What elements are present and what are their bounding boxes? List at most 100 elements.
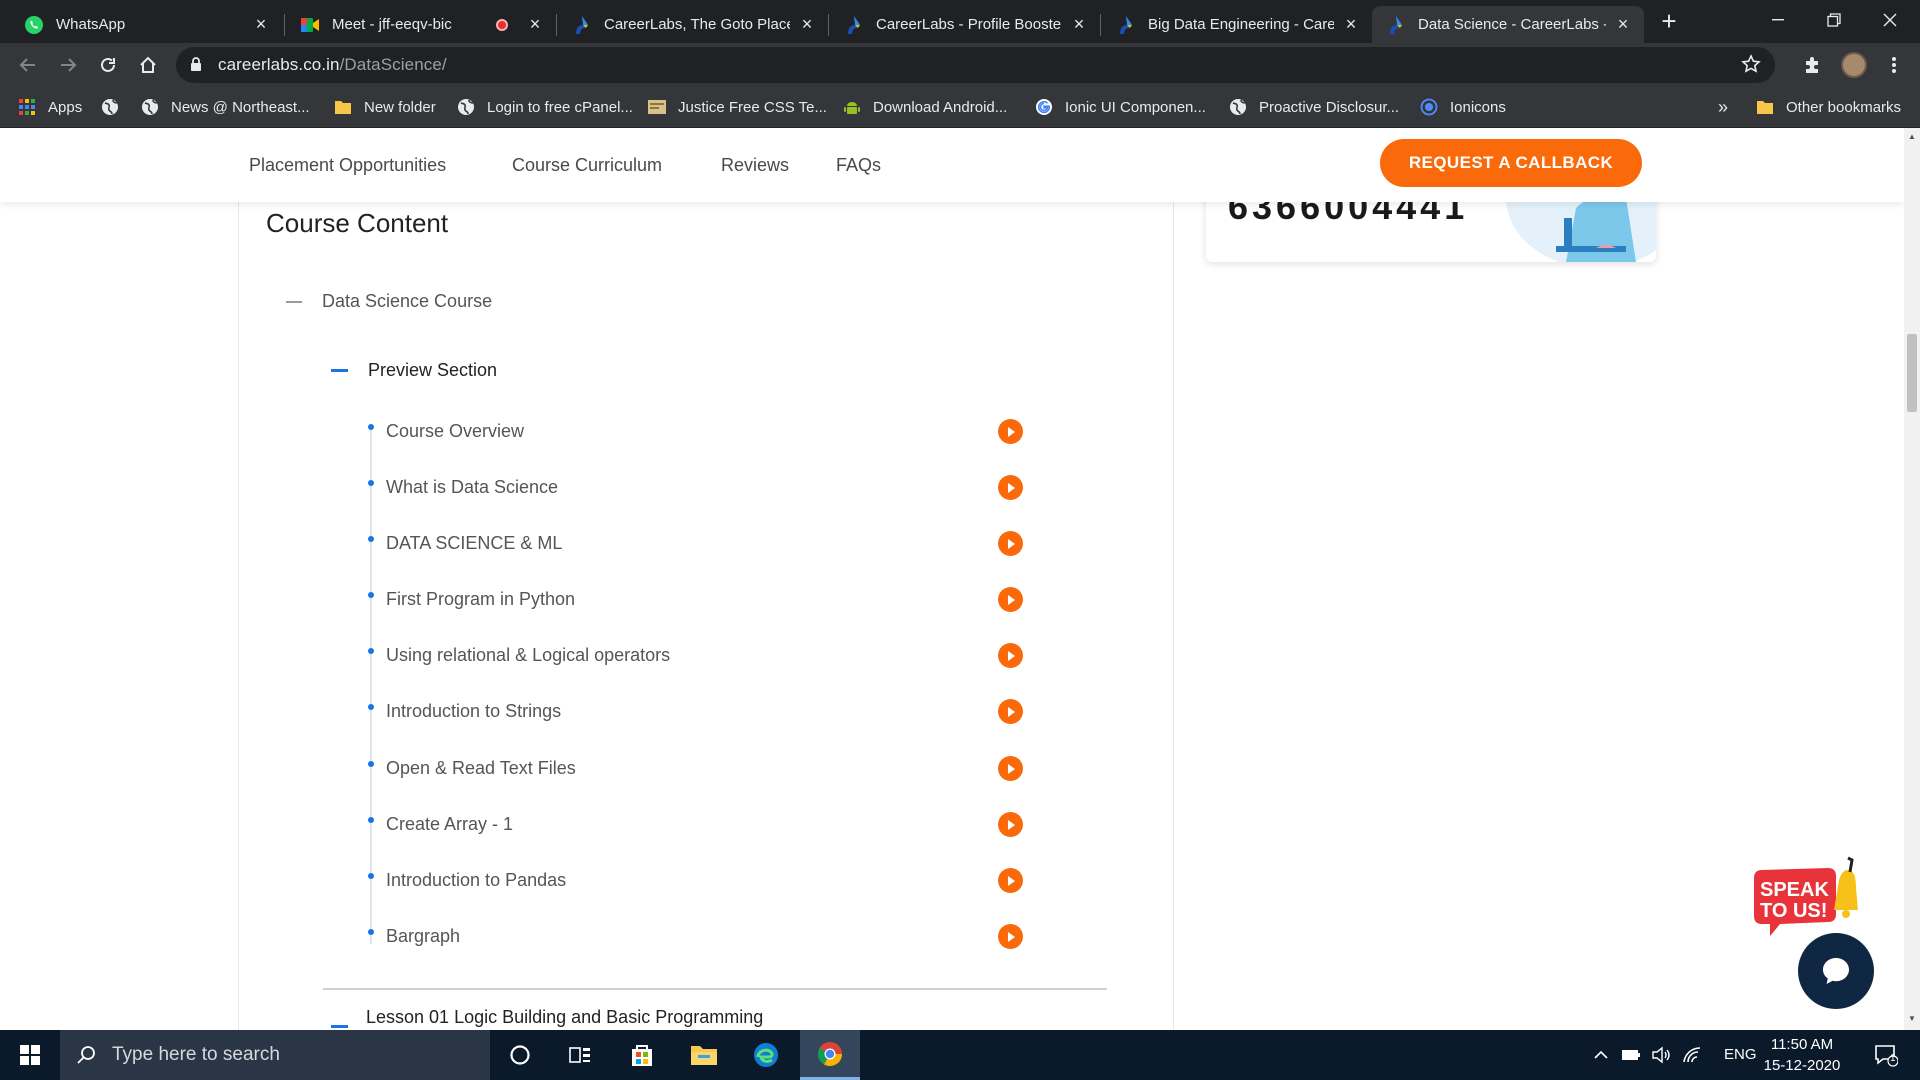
speak-to-us-badge[interactable]: SPEAK TO US! xyxy=(1750,856,1862,938)
play-icon[interactable] xyxy=(998,419,1023,444)
task-view-button[interactable] xyxy=(550,1030,610,1080)
bookmark-ionic-ui[interactable]: Ionic UI Componen... xyxy=(1035,96,1206,118)
play-icon[interactable] xyxy=(998,812,1023,837)
section-accordion-header[interactable]: Preview Section xyxy=(331,360,497,381)
show-hidden-icons-button[interactable] xyxy=(1586,1030,1616,1080)
action-center-button[interactable]: 1 xyxy=(1862,1030,1910,1080)
bookmark-label: News @ Northeast... xyxy=(171,98,310,116)
course-accordion-header[interactable]: Data Science Course xyxy=(286,291,492,312)
bookmark-apps[interactable]: Apps xyxy=(18,96,82,118)
bookmark-label: New folder xyxy=(364,98,436,116)
edge-browser-button[interactable] xyxy=(736,1030,796,1080)
lesson-item[interactable]: Create Array - 1 xyxy=(368,812,1026,838)
minimize-button[interactable] xyxy=(1750,0,1806,40)
nav-placement-opportunities[interactable]: Placement Opportunities xyxy=(249,155,446,176)
extensions-button[interactable] xyxy=(1798,51,1826,79)
restore-button[interactable] xyxy=(1806,0,1862,40)
tab-careerlabs-home[interactable]: CareerLabs, The Goto Place f × xyxy=(558,6,828,43)
chat-widget-button[interactable] xyxy=(1798,933,1874,1009)
lesson-01-accordion-header[interactable]: Lesson 01 Logic Building and Basic Progr… xyxy=(331,1007,763,1028)
tab-meet[interactable]: Meet - jff-eeqv-bic × xyxy=(286,6,556,43)
bullet-dot-icon xyxy=(368,424,374,430)
bookmark-news-northeast[interactable]: News @ Northeast... xyxy=(141,96,310,118)
close-tab-icon[interactable]: × xyxy=(798,15,816,34)
bookmark-star-icon[interactable] xyxy=(1741,54,1761,79)
play-icon[interactable] xyxy=(998,587,1023,612)
chrome-menu-button[interactable] xyxy=(1880,51,1908,79)
lesson-item[interactable]: Open & Read Text Files xyxy=(368,756,1026,782)
bookmark-new-folder[interactable]: New folder xyxy=(334,96,436,118)
profile-button[interactable] xyxy=(1840,51,1868,79)
play-icon[interactable] xyxy=(998,924,1023,949)
bookmark-label: Apps xyxy=(48,98,83,116)
avatar xyxy=(1841,52,1867,78)
tab-big-data[interactable]: Big Data Engineering - Caree × xyxy=(1102,6,1372,43)
play-icon[interactable] xyxy=(998,531,1023,556)
lesson-title: DATA SCIENCE & ML xyxy=(386,533,563,553)
battery-button[interactable] xyxy=(1616,1030,1646,1080)
bookmark-proactive-disclosure[interactable]: Proactive Disclosur... xyxy=(1229,96,1399,118)
bookmark-label: Download Android... xyxy=(873,98,1008,116)
bookmark-cpanel[interactable]: Login to free cPanel... xyxy=(457,96,633,118)
google-meet-icon xyxy=(300,15,320,35)
tab-profile-booster[interactable]: CareerLabs - Profile Booster × xyxy=(830,6,1100,43)
bookmark-ionicons[interactable]: Ionicons xyxy=(1420,96,1506,118)
play-icon[interactable] xyxy=(998,699,1023,724)
lesson-item[interactable]: Introduction to Pandas xyxy=(368,868,1026,894)
lesson-item[interactable]: What is Data Science xyxy=(368,475,1026,501)
collapse-minus-icon xyxy=(331,1025,348,1028)
close-tab-icon[interactable]: × xyxy=(1342,15,1360,34)
scroll-up-arrow-icon[interactable]: ▲ xyxy=(1908,132,1916,141)
scrollbar-thumb[interactable] xyxy=(1907,334,1917,412)
network-button[interactable] xyxy=(1676,1030,1708,1080)
bookmark-justice-css[interactable]: Justice Free CSS Te... xyxy=(648,96,827,118)
nav-course-curriculum[interactable]: Course Curriculum xyxy=(512,155,662,176)
chrome-taskbar-button[interactable] xyxy=(800,1030,860,1080)
nav-faqs[interactable]: FAQs xyxy=(836,155,881,176)
taskbar-search-box[interactable]: Type here to search xyxy=(60,1030,490,1080)
lesson-item[interactable]: Bargraph xyxy=(368,924,1026,950)
file-explorer-button[interactable] xyxy=(674,1030,734,1080)
other-bookmarks[interactable]: Other bookmarks xyxy=(1756,96,1901,118)
arrow-right-icon xyxy=(61,58,77,72)
cortana-button[interactable] xyxy=(490,1030,550,1080)
home-button[interactable] xyxy=(134,51,162,79)
volume-button[interactable] xyxy=(1646,1030,1676,1080)
close-tab-icon[interactable]: × xyxy=(1614,15,1632,34)
close-tab-icon[interactable]: × xyxy=(526,15,544,34)
tab-whatsapp[interactable]: WhatsApp × xyxy=(10,6,282,43)
new-tab-button[interactable]: + xyxy=(1656,8,1682,35)
lesson-item[interactable]: Course Overview xyxy=(368,419,1026,445)
microsoft-store-button[interactable] xyxy=(612,1030,672,1080)
tab-data-science[interactable]: Data Science - CareerLabs - F × xyxy=(1372,6,1644,43)
lesson-item[interactable]: DATA SCIENCE & ML xyxy=(368,531,1026,557)
bookmarks-overflow-button[interactable]: » xyxy=(1718,96,1728,118)
play-icon[interactable] xyxy=(998,868,1023,893)
globe-icon xyxy=(141,98,159,116)
task-view-icon xyxy=(569,1047,590,1063)
play-icon[interactable] xyxy=(998,643,1023,668)
careerlabs-logo-icon xyxy=(1116,15,1136,35)
request-callback-button[interactable]: REQUEST A CALLBACK xyxy=(1380,139,1642,187)
play-icon[interactable] xyxy=(998,756,1023,781)
page-scrollbar[interactable]: ▲ ▼ xyxy=(1904,128,1920,1030)
address-bar[interactable]: careerlabs.co.in/DataScience/ xyxy=(176,47,1775,83)
play-icon[interactable] xyxy=(998,475,1023,500)
close-tab-icon[interactable]: × xyxy=(1070,15,1088,34)
start-button[interactable] xyxy=(0,1030,60,1080)
nav-reviews[interactable]: Reviews xyxy=(721,155,789,176)
scroll-down-arrow-icon[interactable]: ▼ xyxy=(1908,1014,1916,1023)
lesson-item[interactable]: First Program in Python xyxy=(368,587,1026,613)
section-title: Preview Section xyxy=(368,360,498,380)
back-button[interactable] xyxy=(14,51,42,79)
forward-button[interactable] xyxy=(54,51,82,79)
system-clock[interactable]: 11:50 AM 15-12-2020 xyxy=(1752,1034,1852,1076)
bookmark-download-android[interactable]: Download Android... xyxy=(843,96,1007,118)
lesson-item[interactable]: Using relational & Logical operators xyxy=(368,643,1026,669)
bookmark-globe[interactable] xyxy=(101,96,131,118)
lesson-item[interactable]: Introduction to Strings xyxy=(368,699,1026,725)
reload-button[interactable] xyxy=(94,51,122,79)
close-window-button[interactable] xyxy=(1862,0,1918,40)
close-tab-icon[interactable]: × xyxy=(252,15,270,34)
tab-separator xyxy=(828,14,829,36)
